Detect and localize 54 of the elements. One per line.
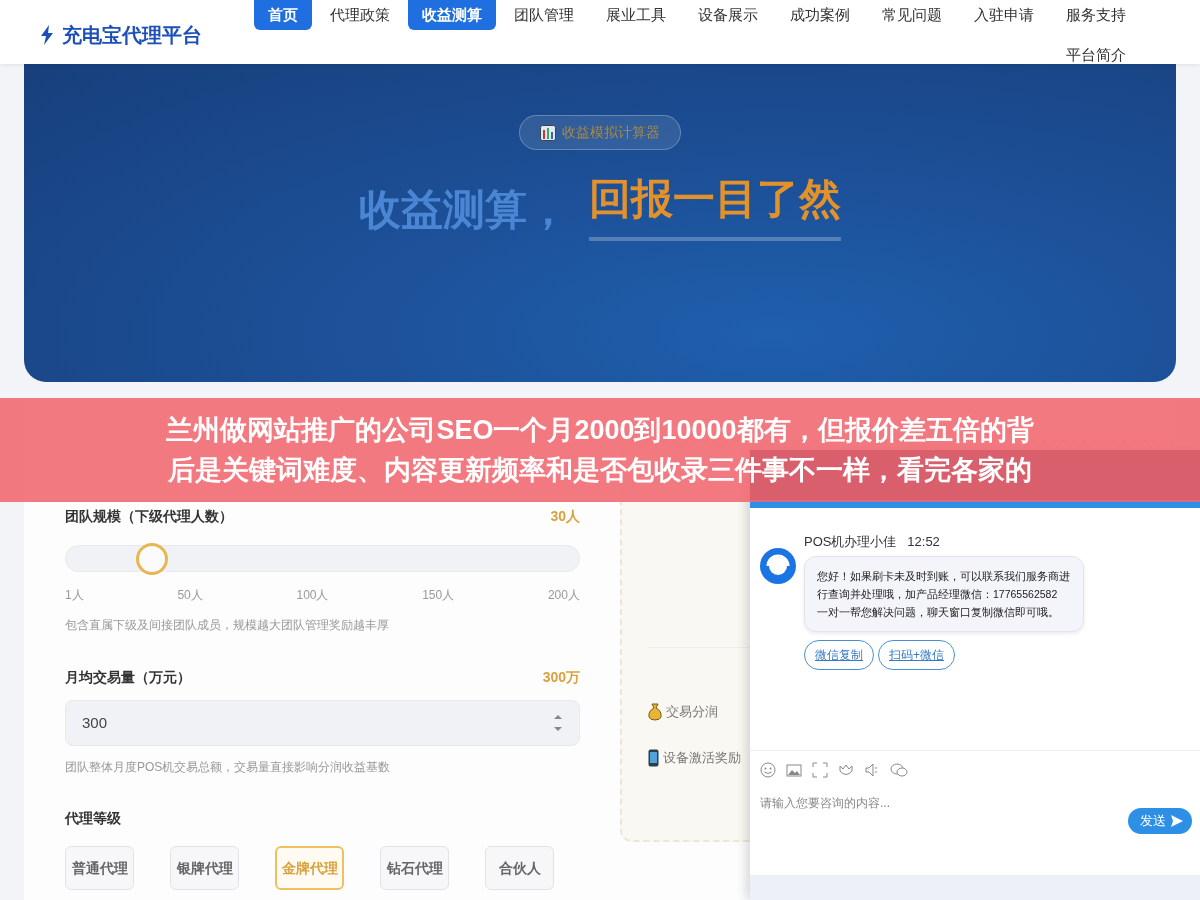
nav-tab[interactable]: 团队管理 [500, 0, 588, 30]
phone-icon [648, 749, 659, 767]
tick-label: 150人 [422, 587, 455, 604]
nav-tab[interactable]: 收益测算 [408, 0, 496, 30]
nav-tab[interactable]: 服务支持 [1052, 0, 1140, 30]
number-field[interactable]: 300 [65, 700, 580, 746]
grade-option[interactable]: 钻石代理 [380, 846, 449, 890]
tick-label: 200人 [547, 587, 580, 604]
agent-avatar-icon [760, 548, 796, 584]
spinner-icon[interactable] [553, 712, 563, 734]
nav-tab[interactable]: 成功案例 [776, 0, 864, 30]
speaker-icon[interactable] [864, 761, 880, 778]
chat-bubbles-icon[interactable] [890, 761, 908, 778]
money-bag-icon [648, 703, 662, 721]
action-button[interactable]: 扫码+微信 [878, 639, 955, 670]
slider-thumb[interactable] [136, 543, 169, 575]
message-input[interactable]: 请输入您要咨询的内容... [750, 794, 1090, 812]
grade-option[interactable]: 合伙人 [485, 846, 554, 890]
income-label: 交易分润 [666, 703, 718, 722]
income-label: 设备激活奖励 [663, 749, 741, 768]
nav-tab[interactable]: 展业工具 [592, 0, 680, 30]
agent-name: POS机办理小佳 [804, 534, 897, 549]
nav-tab[interactable]: 常见问题 [868, 0, 956, 30]
grade-option[interactable]: 普通代理 [65, 846, 134, 890]
field-hint: 包含直属下级及间接团队成员，规模越大团队管理奖励越丰厚 [65, 617, 390, 634]
caption-banner: 兰州做网站推广的公司SEO一个月2000到10000都有，但报价差五倍的背 后是关键词难度、内容更新频率和是否包收录三件事不一样，看完各家的 [0, 398, 1200, 502]
grade-option[interactable]: 银牌代理 [170, 846, 239, 890]
field-value: 30人 [550, 507, 580, 526]
tick-label: 50人 [177, 587, 203, 604]
nav-tab[interactable]: 首页 [254, 0, 312, 30]
field-hint: 团队整体月度POS机交易总额，交易量直接影响分润收益基数 [65, 759, 392, 776]
emoji-icon[interactable] [760, 761, 776, 778]
screenshot-icon[interactable] [812, 761, 828, 778]
field-label: 月均交易量（万元） [65, 668, 191, 687]
calculator-badge: 收益模拟计算器 [519, 115, 681, 150]
nav-tab[interactable]: 入驻申请 [960, 0, 1048, 30]
message-time: 12:52 [907, 534, 940, 549]
image-icon[interactable] [786, 761, 802, 778]
bar-chart-icon [540, 124, 556, 141]
tick-label: 1人 [65, 587, 84, 604]
hero-title: 收益测算， [359, 185, 569, 235]
field-value: 300万 [542, 668, 580, 687]
logo-text[interactable]: 充电宝代理平台 [62, 20, 202, 50]
nav-tab[interactable]: 代理政策 [316, 0, 404, 30]
nav-tab[interactable]: 设备展示 [684, 0, 772, 30]
field-label: 代理等级 [65, 810, 121, 826]
action-button[interactable]: 微信复制 [804, 639, 874, 670]
field-label: 团队规模（下级代理人数） [65, 507, 233, 526]
message-bubble: 您好！如果刷卡未及时到账，可以联系我们服务商进行查询并处理哦，加产品经理微信：17765562582 一对一帮您解决问题，聊天窗口复制微信即可哦。 [804, 555, 1084, 632]
hero-highlight: 回报一目了然 [589, 178, 841, 241]
lightning-icon [40, 25, 54, 45]
tick-label: 100人 [296, 587, 329, 604]
send-icon [1170, 813, 1184, 828]
nav-tab[interactable]: 平台简介 [1052, 40, 1140, 70]
